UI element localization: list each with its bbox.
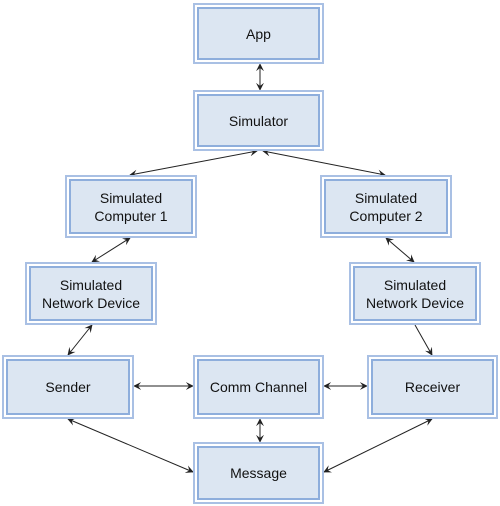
node-netdev1: Simulated Network Device — [25, 262, 157, 325]
node-message: Message — [193, 442, 324, 504]
node-label: Simulated Computer 1 — [69, 179, 193, 234]
node-label: Simulated Computer 2 — [324, 179, 448, 234]
node-label: App — [197, 7, 320, 60]
arrow-receiver-message — [323, 418, 433, 473]
node-computer2: Simulated Computer 2 — [320, 175, 452, 238]
node-computer1: Simulated Computer 1 — [65, 175, 197, 238]
edges-layer — [67, 63, 433, 473]
arrow-netdev1-sender — [67, 324, 93, 356]
node-simulator: Simulator — [193, 90, 324, 151]
node-label: Receiver — [371, 359, 494, 415]
node-receiver: Receiver — [367, 355, 498, 419]
node-label: Simulator — [197, 94, 320, 147]
node-netdev2: Simulated Network Device — [349, 262, 481, 325]
arrow-simulator-computer1 — [129, 148, 258, 178]
arrow-sender-message — [67, 418, 194, 473]
node-label: Simulated Network Device — [29, 266, 153, 321]
node-app: App — [193, 3, 324, 64]
node-label: Simulated Network Device — [353, 266, 477, 321]
node-label: Comm Channel — [197, 359, 320, 415]
node-label: Message — [197, 446, 320, 500]
node-label: Sender — [6, 359, 130, 415]
node-sender: Sender — [2, 355, 134, 419]
arrow-computer2-netdev2 — [385, 237, 415, 263]
node-comm: Comm Channel — [193, 355, 324, 419]
arrow-simulator-computer2 — [262, 148, 386, 178]
arrow-netdev2-receiver — [414, 324, 433, 356]
arrow-computer1-netdev1 — [91, 237, 131, 263]
